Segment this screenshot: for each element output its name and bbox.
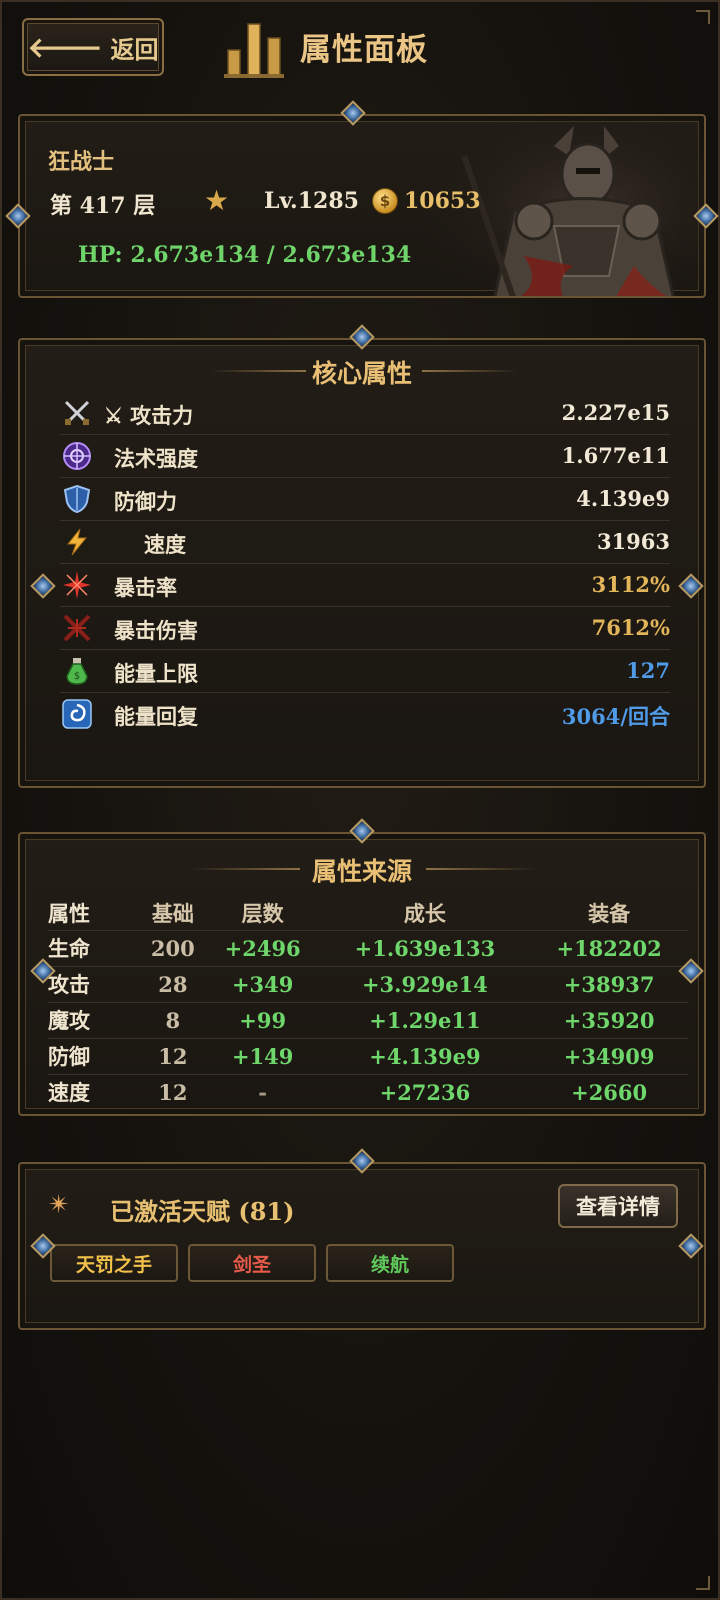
attr-label: 能量上限 xyxy=(114,661,198,686)
title-divider xyxy=(426,868,536,870)
attr-row-energy-cap: $ 能量上限 127 xyxy=(60,650,670,693)
table-row: 生命 200 +2496 +1.639e133 +182202 xyxy=(48,929,688,966)
compass-star-icon: ✴ xyxy=(48,1190,70,1220)
table-cell: 攻击 xyxy=(48,965,140,1002)
attr-row-energy-regen: 能量回复 3064/回合 xyxy=(60,693,670,736)
coin-icon: $ xyxy=(372,188,398,214)
table-cell: +4.139e9 xyxy=(319,1037,531,1074)
potion-icon: $ xyxy=(66,658,88,685)
swirl-icon xyxy=(62,699,92,729)
back-button[interactable]: 🡐 返回 xyxy=(22,18,164,76)
attr-value: 3112% xyxy=(591,572,670,597)
table-cell: +35920 xyxy=(530,1001,688,1038)
talent-tag[interactable]: 剑圣 xyxy=(188,1244,316,1282)
table-cell: +349 xyxy=(205,965,320,1002)
table-cell: +99 xyxy=(205,1001,320,1038)
attr-label: 法术强度 xyxy=(114,446,198,471)
attr-label: 速度 xyxy=(144,532,186,557)
source-title: 属性来源 xyxy=(311,857,412,886)
table-cell: +27236 xyxy=(319,1073,531,1110)
attr-label: 能量回复 xyxy=(114,704,198,729)
table-cell: 生命 xyxy=(48,929,140,966)
attr-value: 3064/回合 xyxy=(561,704,670,729)
attribute-source-table: 属性 基础 层数 成长 装备 生命 200 +2496 +1.639e133 +… xyxy=(48,896,688,1110)
attr-value: 7612% xyxy=(591,615,670,640)
attr-row-speed: 速度 31963 xyxy=(60,521,670,564)
corner-ornament xyxy=(696,1576,710,1590)
attribute-source-panel: 属性来源 属性 基础 层数 成长 装备 生命 200 +2496 +1.639e… xyxy=(18,832,706,1116)
column-header: 装备 xyxy=(588,900,631,926)
column-header: 层数 xyxy=(241,900,284,926)
attr-value: 1.677e11 xyxy=(561,443,670,468)
attr-row-attack: ⚔ 攻击力 2.227e15 xyxy=(60,392,670,435)
table-cell: +2660 xyxy=(530,1073,688,1110)
table-cell: 速度 xyxy=(48,1073,140,1110)
table-header-row: 属性 基础 层数 成长 装备 xyxy=(48,896,688,930)
table-cell: +38937 xyxy=(530,965,688,1002)
crit-spark-icon xyxy=(63,571,91,599)
corner-ornament xyxy=(696,10,710,24)
table-cell: +2496 xyxy=(205,929,320,966)
attr-value: 31963 xyxy=(596,529,670,554)
attr-row-crit-damage: 暴击伤害 7612% xyxy=(60,607,670,650)
talent-tag[interactable]: 续航 xyxy=(326,1244,454,1282)
arrow-left-icon: 🡐 xyxy=(27,31,103,64)
column-header: 基础 xyxy=(151,900,194,926)
crit-damage-icon xyxy=(63,614,91,642)
star-icon: ★ xyxy=(204,184,230,217)
attr-row-crit-rate: 暴击率 3112% xyxy=(60,564,670,607)
bar-chart-icon xyxy=(224,23,284,78)
page-title: 属性面板 xyxy=(300,32,428,68)
attr-value: 2.227e15 xyxy=(561,400,670,425)
column-header: 属性 xyxy=(48,900,90,926)
shield-icon xyxy=(63,484,91,514)
attribute-screen: 🡐 返回 属性面板 狂战士 第 417 层 ★ Lv.1285 $ 10653 … xyxy=(0,0,720,1600)
table-cell: +3.929e14 xyxy=(319,965,531,1002)
view-details-button[interactable]: 查看详情 xyxy=(558,1184,678,1228)
table-cell: +149 xyxy=(205,1037,320,1074)
table-cell: 12 xyxy=(140,1073,206,1110)
gold-amount: 10653 xyxy=(404,188,481,214)
hp-value: HP: 2.673e134 / 2.673e134 xyxy=(78,242,412,268)
class-name: 狂战士 xyxy=(48,149,115,175)
talents-title: 已激活天赋 (81) xyxy=(110,1197,295,1226)
floor-number: 第 417 层 xyxy=(50,193,156,219)
table-cell: +182202 xyxy=(530,929,688,966)
character-level: Lv.1285 xyxy=(264,188,359,214)
attr-row-spell-power: 法术强度 1.677e11 xyxy=(60,435,670,478)
attr-row-defense: 防御力 4.139e9 xyxy=(60,478,670,521)
attr-label: 暴击伤害 xyxy=(114,618,198,643)
table-row: 防御 12 +149 +4.139e9 +34909 xyxy=(48,1037,688,1074)
table-cell: 防御 xyxy=(48,1037,140,1074)
lightning-icon xyxy=(66,528,88,556)
attr-label: 防御力 xyxy=(114,489,177,514)
table-row: 速度 12 - +27236 +2660 xyxy=(48,1073,688,1110)
talents-panel: ✴ 已激活天赋 (81) 查看详情 天罚之手 剑圣 续航 xyxy=(18,1162,706,1330)
attr-value: 4.139e9 xyxy=(576,486,670,511)
back-label: 返回 xyxy=(110,34,159,64)
title-divider xyxy=(422,370,518,372)
table-cell: 8 xyxy=(140,1001,206,1038)
crossed-swords-icon xyxy=(64,400,90,426)
table-cell: 200 xyxy=(140,929,206,966)
table-cell: 12 xyxy=(140,1037,206,1074)
character-panel: 狂战士 第 417 层 ★ Lv.1285 $ 10653 HP: 2.673e… xyxy=(18,114,706,298)
table-row: 魔攻 8 +99 +1.29e11 +35920 xyxy=(48,1001,688,1038)
svg-text:$: $ xyxy=(74,671,80,682)
table-cell: +34909 xyxy=(530,1037,688,1074)
talent-tag[interactable]: 天罚之手 xyxy=(50,1244,178,1282)
table-cell: 魔攻 xyxy=(48,1001,140,1038)
table-cell: 28 xyxy=(140,965,206,1002)
column-header: 成长 xyxy=(403,900,446,926)
attr-label: 暴击率 xyxy=(114,575,177,600)
core-title: 核心属性 xyxy=(311,359,412,388)
core-attributes-panel: 核心属性 ⚔ 攻击力 2.227e15 法术强度 1.677e11 防御力 4.… xyxy=(18,338,706,788)
table-cell: +1.639e133 xyxy=(319,929,531,966)
table-cell: +1.29e11 xyxy=(319,1001,531,1038)
table-row: 攻击 28 +349 +3.929e14 +38937 xyxy=(48,965,688,1002)
magic-orb-icon xyxy=(63,442,91,470)
attr-value: 127 xyxy=(626,658,670,683)
table-cell: - xyxy=(205,1073,320,1110)
attr-label: ⚔ 攻击力 xyxy=(104,403,194,428)
